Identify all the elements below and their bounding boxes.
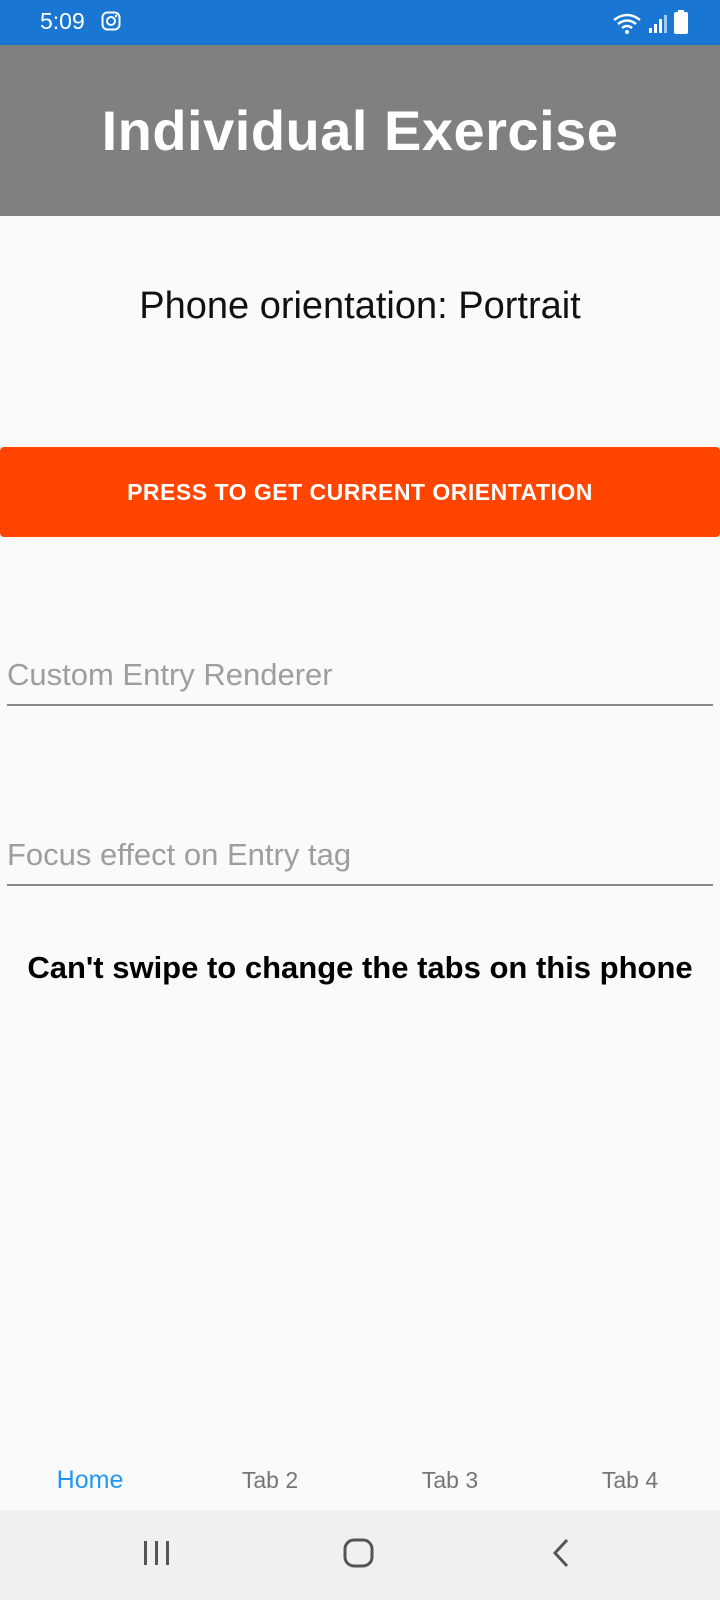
instagram-icon [101, 11, 121, 36]
status-bar: 5:09 [0, 0, 720, 45]
home-icon[interactable] [342, 1536, 376, 1575]
swipe-note: Can't swipe to change the tabs on this p… [27, 950, 693, 985]
signal-icon [648, 14, 668, 39]
battery-icon [674, 10, 688, 39]
back-icon[interactable] [545, 1536, 579, 1575]
tab-2[interactable]: Tab 2 [180, 1460, 360, 1510]
tab-4[interactable]: Tab 4 [540, 1460, 720, 1510]
status-time: 5:09 [40, 8, 85, 34]
orientation-label: Phone orientation: Portrait [139, 285, 581, 327]
focus-entry-field[interactable] [7, 830, 713, 886]
wifi-icon [612, 12, 642, 39]
get-orientation-button[interactable]: PRESS TO GET CURRENT ORIENTATION [0, 447, 720, 537]
page-title: Individual Exercise [101, 99, 619, 162]
system-nav-bar [0, 1510, 720, 1600]
tab-home[interactable]: Home [0, 1460, 180, 1510]
custom-entry-field[interactable] [7, 650, 713, 706]
tab-3[interactable]: Tab 3 [360, 1460, 540, 1510]
recent-apps-icon[interactable] [140, 1536, 174, 1575]
app-header: Individual Exercise [0, 45, 720, 216]
tab-bar: Home Tab 2 Tab 3 Tab 4 [0, 1460, 720, 1510]
